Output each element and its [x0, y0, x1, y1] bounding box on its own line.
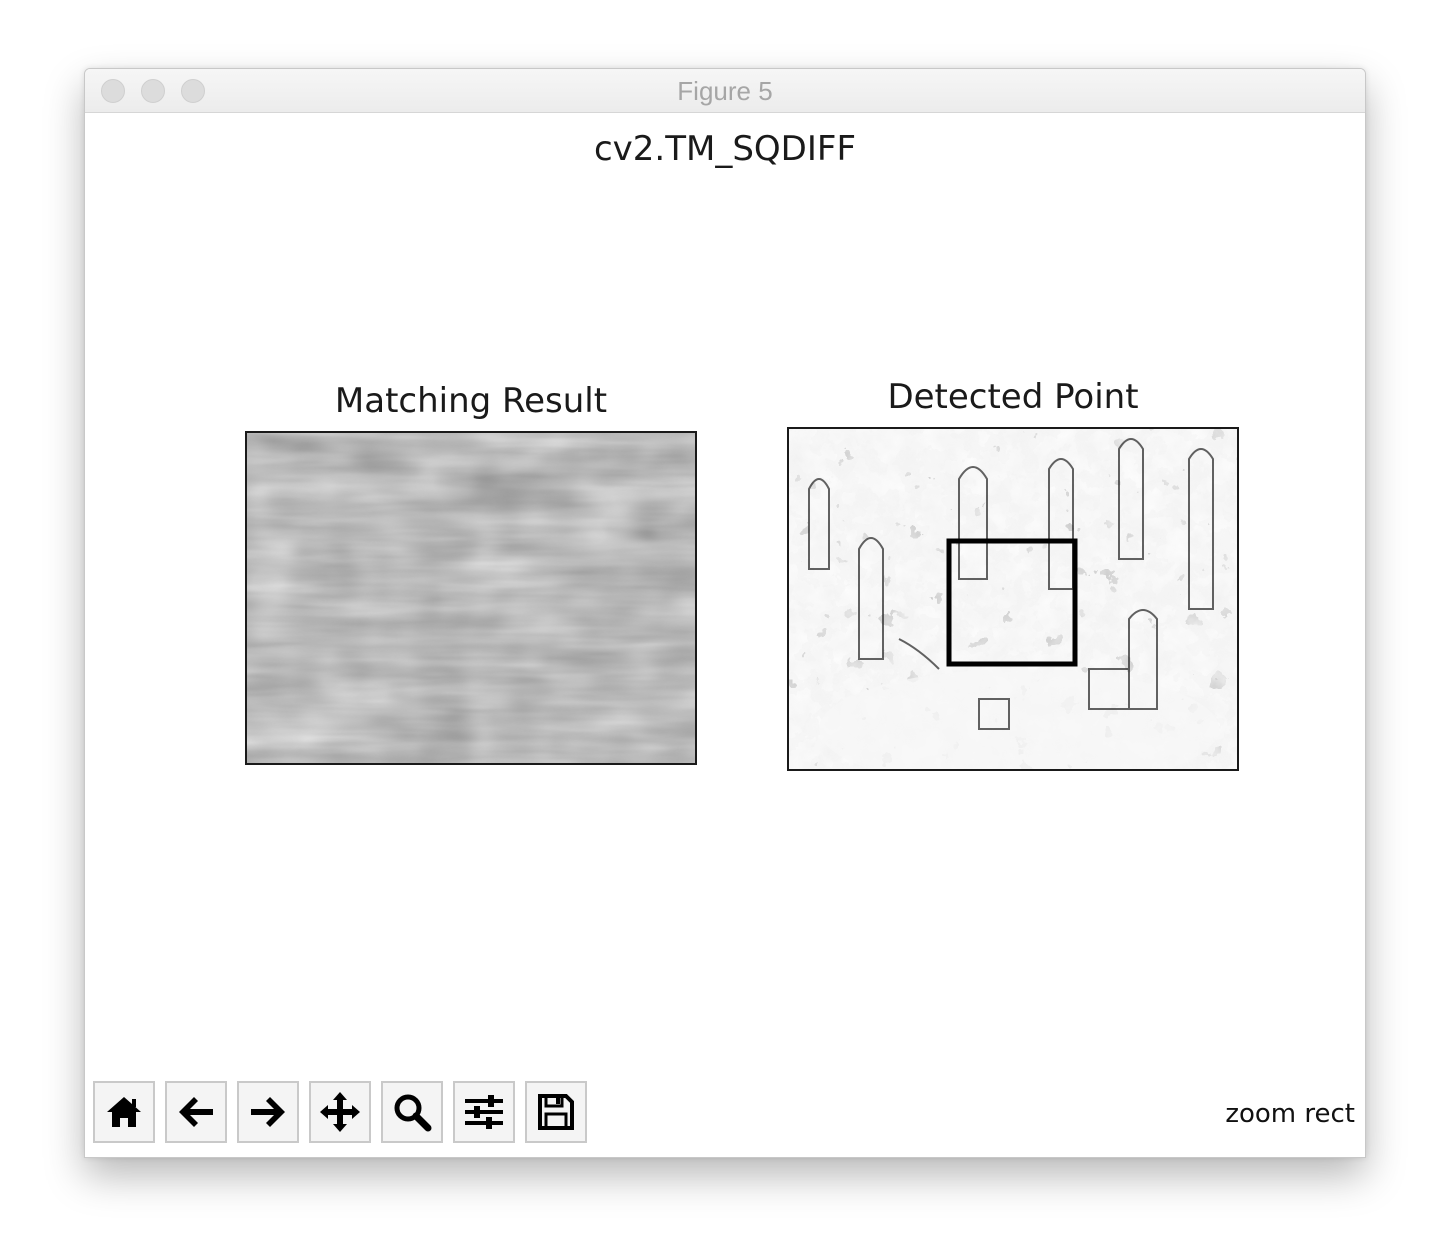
save-button[interactable] — [525, 1081, 587, 1143]
magnifier-icon — [394, 1094, 432, 1132]
matching-result-heatmap — [247, 433, 695, 763]
back-button[interactable] — [165, 1081, 227, 1143]
sliders-icon — [465, 1095, 503, 1129]
arrow-right-icon — [251, 1097, 285, 1127]
crowd-scene-picture — [789, 429, 1237, 769]
home-button[interactable] — [93, 1081, 155, 1143]
status-message: zoom rect — [1225, 1099, 1355, 1129]
pan-button[interactable] — [309, 1081, 371, 1143]
detected-point-title: Detected Point — [887, 377, 1139, 417]
forward-button[interactable] — [237, 1081, 299, 1143]
matching-result-image[interactable] — [245, 431, 697, 765]
window-title: Figure 5 — [677, 76, 773, 106]
arrow-left-icon — [179, 1097, 213, 1127]
zoom-button[interactable] — [381, 1081, 443, 1143]
move-icon — [320, 1092, 360, 1132]
title-bar: Figure 5 — [85, 69, 1365, 113]
figure-suptitle: cv2.TM_SQDIFF — [593, 129, 857, 169]
configure-subplots-button[interactable] — [453, 1081, 515, 1143]
detected-point-image[interactable] — [787, 427, 1239, 771]
home-icon — [107, 1097, 141, 1127]
matching-result-title: Matching Result — [334, 381, 608, 421]
figure-window: Figure 5 cv2.TM_SQDIFF Matching Result D… — [84, 68, 1366, 1158]
floppy-disk-icon — [538, 1094, 574, 1130]
